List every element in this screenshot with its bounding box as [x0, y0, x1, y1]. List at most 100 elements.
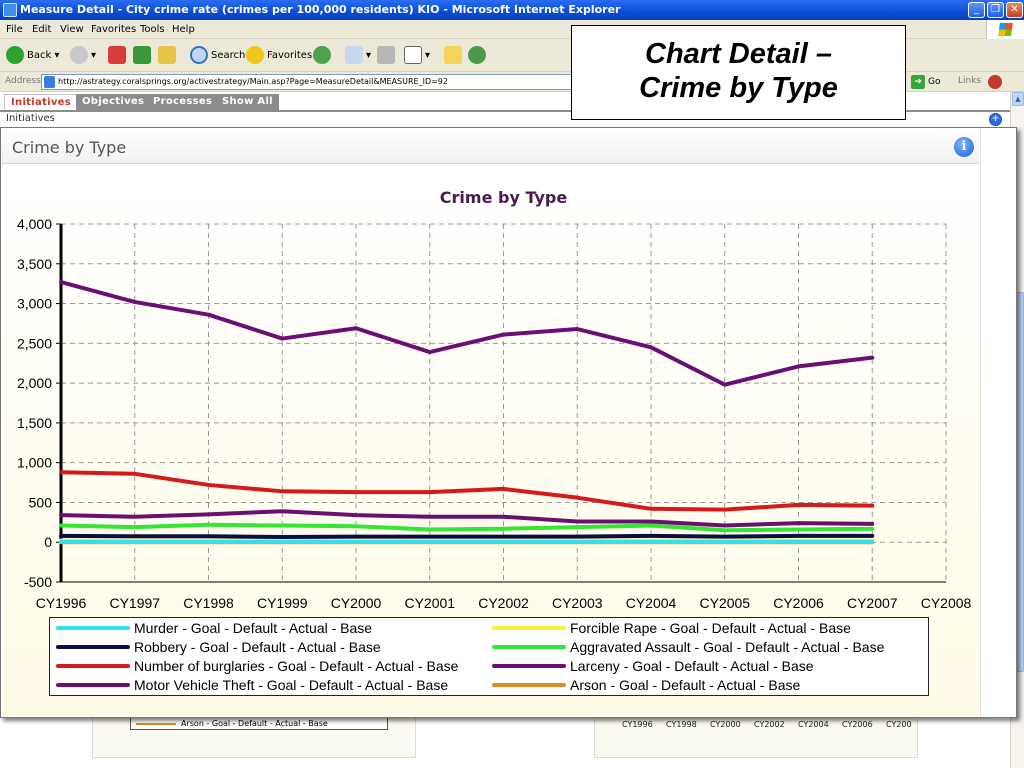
x-tick-label: CY1998 — [183, 595, 234, 611]
menu-favorites[interactable]: Favorites — [91, 24, 136, 35]
background-x-tick: CY200 — [886, 720, 912, 729]
print-button[interactable] — [377, 45, 398, 67]
forward-arrow-icon — [70, 46, 88, 64]
edit-button[interactable]: ▾ — [404, 45, 430, 67]
maximize-button[interactable]: ❐ — [987, 2, 1004, 18]
back-button[interactable]: Back ▾ — [6, 45, 59, 67]
y-tick-label: 0 — [44, 534, 52, 550]
y-tick-label: 500 — [29, 494, 53, 510]
tab-initiatives[interactable]: Initiatives — [4, 94, 78, 110]
background-legend-label: Arson - Goal - Default - Actual - Base — [181, 719, 328, 728]
legend-label: Robbery - Goal - Default - Actual - Base — [134, 639, 381, 655]
legend-label: Murder - Goal - Default - Actual - Base — [134, 620, 373, 636]
discuss-button[interactable] — [444, 45, 465, 67]
legend-swatch — [56, 626, 130, 630]
tab-processes[interactable]: Processes — [147, 94, 219, 110]
y-tick-label: 2,500 — [17, 335, 52, 351]
legend-label: Larceny - Goal - Default - Actual - Base — [570, 658, 814, 674]
forward-button[interactable]: ▾ — [70, 45, 96, 67]
scroll-up-button[interactable]: ▲ — [1012, 92, 1024, 106]
series-line — [59, 470, 875, 512]
caption-line-1: Chart Detail – — [645, 38, 832, 70]
windows-logo-icon — [986, 20, 1024, 39]
background-x-tick: CY2004 — [798, 720, 829, 729]
address-url: http://astrategy.coralsprings.org/active… — [58, 77, 448, 86]
refresh-button[interactable] — [133, 45, 154, 67]
y-tick-label: 1,000 — [17, 455, 52, 471]
folder-icon — [444, 46, 462, 64]
menu-file[interactable]: File — [6, 24, 23, 35]
menu-help[interactable]: Help — [172, 24, 195, 35]
x-tick-label: CY2005 — [699, 595, 750, 611]
refresh-icon — [133, 46, 151, 64]
x-tick-label: CY1996 — [36, 595, 87, 611]
legend-label: Forcible Rape - Goal - Default - Actual … — [570, 620, 851, 636]
back-label: Back — [27, 50, 52, 61]
search-button[interactable]: Search — [190, 45, 245, 67]
caption-line-2: Crime by Type — [639, 72, 838, 104]
star-icon — [246, 46, 264, 64]
legend-swatch — [492, 626, 566, 630]
history-button[interactable] — [313, 45, 334, 67]
ie-icon — [3, 3, 17, 17]
slide-caption: Chart Detail – Crime by Type — [571, 25, 906, 120]
x-tick-label: CY2002 — [478, 595, 529, 611]
legend-swatch — [56, 645, 130, 649]
stop-icon — [108, 46, 126, 64]
y-tick-label: 1,500 — [17, 415, 52, 431]
y-tick-label: 2,000 — [17, 375, 52, 391]
series-line — [59, 533, 875, 540]
mail-button[interactable]: ▾ — [345, 45, 371, 67]
menu-tools[interactable]: Tools — [140, 24, 165, 35]
page-icon — [44, 76, 55, 88]
word-icon — [404, 46, 422, 64]
series-line — [59, 509, 875, 528]
subnav-label: Initiatives — [6, 113, 55, 124]
favorites-button[interactable]: Favorites — [246, 45, 312, 67]
messenger-button[interactable] — [468, 45, 489, 67]
legend-label: Arson - Goal - Default - Actual - Base — [570, 677, 801, 693]
x-tick-label: CY1999 — [257, 595, 308, 611]
home-icon — [158, 46, 176, 64]
y-tick-label: -500 — [24, 574, 52, 590]
x-tick-label: CY2001 — [404, 595, 455, 611]
go-button[interactable]: ➜ Go — [911, 74, 951, 90]
background-x-tick: CY1998 — [666, 720, 697, 729]
tab-objectives[interactable]: Objectives — [76, 94, 151, 110]
home-button[interactable] — [158, 45, 179, 67]
print-icon — [377, 46, 395, 64]
mail-icon — [345, 46, 363, 64]
go-arrow-icon: ➜ — [911, 74, 925, 89]
legend-swatch — [492, 683, 566, 687]
search-icon — [190, 46, 208, 64]
chart-title: Crime by Type — [440, 188, 568, 207]
background-x-tick: CY2002 — [754, 720, 785, 729]
background-legend: Arson - Goal - Default - Actual - Base — [130, 717, 388, 730]
add-icon[interactable]: + — [989, 113, 1002, 126]
x-tick-label: CY2008 — [921, 595, 972, 611]
menu-view[interactable]: View — [60, 24, 84, 35]
background-x-tick: CY1996 — [622, 720, 653, 729]
messenger-icon — [468, 46, 486, 64]
title-bar: Measure Detail - City crime rate (crimes… — [0, 0, 1024, 20]
minimize-button[interactable]: _ — [968, 2, 985, 18]
window-title: Measure Detail - City crime rate (crimes… — [20, 3, 621, 16]
tab-show-all[interactable]: Show All — [216, 94, 279, 110]
stop-button[interactable] — [108, 45, 129, 67]
address-label: Address — [5, 76, 41, 86]
history-icon — [313, 46, 331, 64]
legend-swatch — [492, 645, 566, 649]
back-arrow-icon — [6, 46, 24, 64]
legend-label: Number of burglaries - Goal - Default - … — [134, 658, 459, 674]
legend-swatch — [56, 664, 130, 668]
close-button[interactable]: ✕ — [1006, 2, 1023, 18]
background-x-ticks: CY1996 CY1998 CY2000 CY2002 CY2004 CY2006 CY20… — [622, 720, 922, 729]
favorites-label: Favorites — [267, 50, 313, 61]
links-label[interactable]: Links — [958, 76, 981, 86]
chart-legend: Murder - Goal - Default - Actual - Base … — [49, 617, 929, 696]
y-tick-label: 3,500 — [17, 256, 52, 272]
menu-edit[interactable]: Edit — [32, 24, 51, 35]
links-icon[interactable] — [988, 75, 1002, 89]
background-x-tick: CY2000 — [710, 720, 741, 729]
x-tick-label: CY2000 — [331, 595, 382, 611]
